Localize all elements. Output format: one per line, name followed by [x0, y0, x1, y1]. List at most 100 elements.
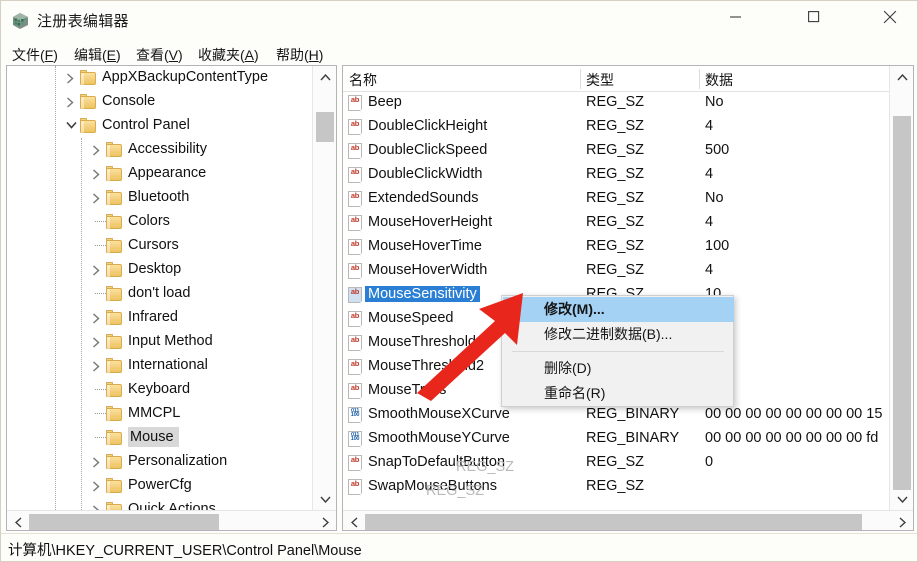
value-row[interactable]: ab Beep REG_SZ No [343, 92, 889, 116]
column-divider-name-type[interactable] [580, 69, 581, 89]
value-data: 00 00 00 00 00 00 00 00 fd [705, 430, 879, 446]
column-header-name[interactable]: 名称 [349, 70, 377, 90]
tree-hscroll-thumb[interactable] [29, 514, 219, 530]
folder-icon [106, 310, 123, 325]
chevron-right-icon[interactable] [63, 90, 79, 114]
menu-favorites[interactable]: 收藏夹(A) [195, 44, 262, 66]
list-scroll-up-button[interactable] [890, 66, 913, 88]
menu-view[interactable]: 查看(V) [133, 44, 186, 66]
value-row[interactable]: ab MouseHoverHeight REG_SZ 4 [343, 212, 889, 236]
tree-scroll-down-button[interactable] [313, 488, 336, 510]
value-name: SmoothMouseYCurve [368, 430, 510, 446]
tree-item-mmcpl[interactable]: MMCPL [89, 402, 180, 426]
column-divider-type-data[interactable] [699, 69, 700, 89]
value-data: 00 00 00 00 00 00 00 00 15 [705, 406, 883, 422]
tree-scroll-left-button[interactable] [7, 511, 29, 530]
tree-item-international[interactable]: International [89, 354, 208, 378]
context-menu-item-3[interactable]: 重命名(R) [503, 381, 734, 406]
tree-item-appearance[interactable]: Appearance [89, 162, 206, 186]
tree-item-console[interactable]: Console [63, 90, 155, 114]
value-row[interactable]: 011 100 SmoothMouseYCurve REG_BINARY 00 00 0… [343, 428, 889, 452]
tree-item-infrared[interactable]: Infrared [89, 306, 178, 330]
maximize-button[interactable] [791, 1, 837, 33]
value-type: REG_SZ [586, 214, 645, 230]
chevron-right-icon[interactable] [89, 258, 105, 282]
chevron-right-icon[interactable] [89, 162, 105, 186]
chevron-right-icon[interactable] [89, 138, 105, 162]
context-menu-item-1[interactable]: 修改二进制数据(B)... [503, 322, 734, 347]
value-row[interactable]: ab DoubleClickWidth REG_SZ 4 [343, 164, 889, 188]
tree-horizontal-scrollbar[interactable] [7, 510, 336, 530]
tree-scroll-right-button[interactable] [314, 511, 336, 530]
list-scroll-down-button[interactable] [890, 488, 913, 510]
tree-item-label: Console [102, 93, 156, 109]
tree-item-accessibility[interactable]: Accessibility [89, 138, 207, 162]
tree-item-label: Keyboard [128, 381, 191, 397]
tree-item-control-panel[interactable]: Control Panel [63, 114, 190, 138]
string-value-icon: ab [347, 455, 364, 472]
tree-item-don-t-load[interactable]: don't load [89, 282, 190, 306]
value-name: DoubleClickWidth [368, 166, 483, 182]
folder-icon [106, 262, 123, 277]
value-type: REG_SZ [586, 118, 645, 134]
chevron-right-icon[interactable] [89, 498, 105, 510]
tree-item-quick-actions[interactable]: Quick Actions [89, 498, 216, 510]
context-menu-item-2[interactable]: 删除(D) [503, 356, 734, 381]
registry-tree-pane: AppXBackupContentType Console Control Pane… [6, 65, 337, 531]
list-scroll-right-button[interactable] [891, 511, 913, 530]
folder-icon [106, 406, 123, 421]
string-value-icon: ab [347, 311, 364, 328]
tree-item-powercfg[interactable]: PowerCfg [89, 474, 192, 498]
value-name: MouseHoverWidth [368, 262, 488, 278]
value-type: REG_SZ [586, 238, 645, 254]
value-row[interactable]: ab MouseHoverTime REG_SZ 100 [343, 236, 889, 260]
value-type: REG_SZ [586, 262, 645, 278]
chevron-right-icon[interactable] [89, 450, 105, 474]
chevron-right-icon[interactable] [89, 330, 105, 354]
value-context-menu: 修改(M)... 修改二进制数据(B)... 删除(D) 重命名(R) [501, 295, 734, 407]
value-row[interactable]: ab DoubleClickSpeed REG_SZ 500 [343, 140, 889, 164]
tree-item-personalization[interactable]: Personalization [89, 450, 227, 474]
value-row[interactable]: 011 100 SmoothMouseXCurve REG_BINARY 00 00 0… [343, 404, 889, 428]
list-vertical-scrollbar[interactable] [889, 66, 913, 510]
menu-help[interactable]: 帮助(H) [273, 44, 326, 66]
registry-tree[interactable]: AppXBackupContentType Console Control Pane… [7, 66, 312, 510]
tree-vertical-scrollbar[interactable] [312, 66, 336, 510]
tree-item-mouse[interactable]: Mouse [89, 426, 179, 450]
chevron-right-icon[interactable] [89, 306, 105, 330]
folder-icon [106, 502, 123, 510]
value-row[interactable]: ab DoubleClickHeight REG_SZ 4 [343, 116, 889, 140]
minimize-button[interactable] [713, 1, 759, 33]
list-hscroll-thumb[interactable] [365, 514, 862, 530]
column-header-data[interactable]: 数据 [705, 70, 733, 90]
value-row[interactable]: ab SwapMouseButtons REG_SZ [343, 476, 889, 500]
context-menu-item-0[interactable]: 修改(M)... [503, 297, 734, 322]
chevron-down-icon[interactable] [63, 114, 79, 138]
tree-scroll-thumb[interactable] [316, 112, 334, 142]
tree-item-bluetooth[interactable]: Bluetooth [89, 186, 189, 210]
value-row[interactable]: ab MouseHoverWidth REG_SZ 4 [343, 260, 889, 284]
tree-item-keyboard[interactable]: Keyboard [89, 378, 190, 402]
tree-item-appxbackupcontenttype[interactable]: AppXBackupContentType [63, 66, 268, 90]
chevron-right-icon[interactable] [89, 354, 105, 378]
tree-item-colors[interactable]: Colors [89, 210, 170, 234]
close-button[interactable] [867, 1, 913, 33]
menu-edit[interactable]: 编辑(E) [71, 44, 124, 66]
value-row[interactable]: ab ExtendedSounds REG_SZ No [343, 188, 889, 212]
menu-file[interactable]: 文件(F) [9, 44, 61, 66]
tree-scroll-up-button[interactable] [313, 66, 336, 88]
value-type: REG_SZ [586, 478, 645, 494]
tree-item-cursors[interactable]: Cursors [89, 234, 179, 258]
tree-item-desktop[interactable]: Desktop [89, 258, 181, 282]
value-row[interactable]: ab SnapToDefaultButton REG_SZ 0 [343, 452, 889, 476]
column-header-type[interactable]: 类型 [586, 70, 614, 90]
list-horizontal-scrollbar[interactable] [343, 510, 913, 530]
list-scroll-left-button[interactable] [343, 511, 365, 530]
tree-item-label: Infrared [128, 309, 178, 325]
chevron-right-icon[interactable] [89, 186, 105, 210]
chevron-right-icon[interactable] [63, 66, 79, 90]
list-scroll-thumb[interactable] [893, 116, 911, 490]
tree-item-input-method[interactable]: Input Method [89, 330, 213, 354]
value-name: SwapMouseButtons [368, 478, 497, 494]
chevron-right-icon[interactable] [89, 474, 105, 498]
